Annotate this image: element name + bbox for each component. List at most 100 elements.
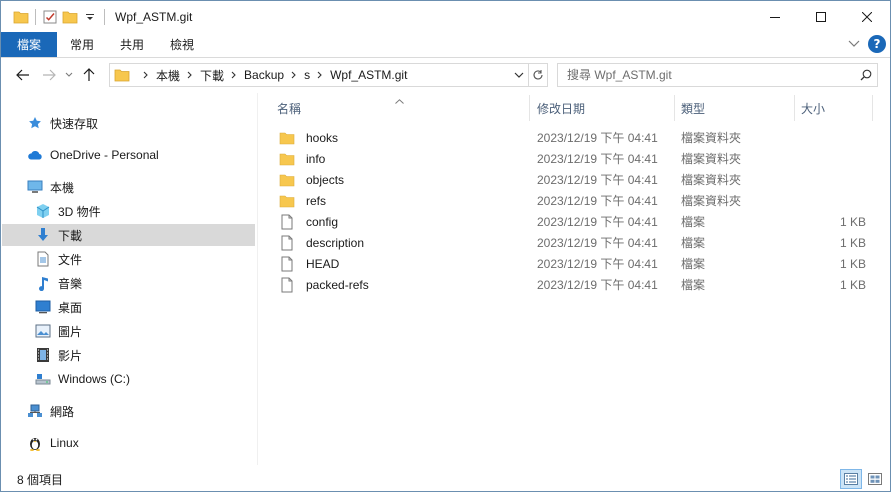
column-header-size[interactable]: 大小 xyxy=(801,95,825,121)
file-size: 1 KB xyxy=(839,235,866,250)
file-size: 1 KB xyxy=(839,277,866,292)
file-row[interactable]: config 2023/12/19 下午 04:41 檔案 1 KB xyxy=(267,211,877,232)
column-divider[interactable] xyxy=(872,95,873,121)
address-dropdown-button[interactable] xyxy=(510,64,528,86)
chevron-right-icon[interactable] xyxy=(231,71,237,79)
column-header-date-modified[interactable]: 修改日期 xyxy=(537,95,585,121)
address-bar[interactable]: 本機 下載 Backup s Wpf_ASTM.git xyxy=(109,63,529,87)
folder-icon xyxy=(279,193,295,209)
breadcrumb-downloads[interactable]: 下載 xyxy=(200,67,224,84)
nav-item-label: 網路 xyxy=(50,404,75,419)
nav-item-onedrive[interactable]: OneDrive - Personal xyxy=(2,144,255,166)
document-icon xyxy=(34,250,52,268)
close-icon xyxy=(862,11,872,22)
maximize-icon xyxy=(816,11,826,22)
chevron-down-icon xyxy=(514,72,524,78)
customize-dropdown-icon[interactable] xyxy=(80,7,100,27)
forward-arrow-icon xyxy=(43,69,56,81)
file-type: 檔案資料夾 xyxy=(681,152,742,166)
file-date: 2023/12/19 下午 04:41 xyxy=(537,278,658,292)
breadcrumb-current-folder[interactable]: Wpf_ASTM.git xyxy=(330,68,407,82)
recent-locations-button[interactable] xyxy=(63,63,75,87)
nav-item-quick-access[interactable]: 快速存取 xyxy=(2,112,255,134)
file-row[interactable]: hooks 2023/12/19 下午 04:41 檔案資料夾 xyxy=(267,127,877,148)
chevron-right-icon[interactable] xyxy=(291,71,297,79)
file-row[interactable]: description 2023/12/19 下午 04:41 檔案 1 KB xyxy=(267,232,877,253)
nav-item-3d-objects[interactable]: 3D 物件 xyxy=(2,200,255,222)
back-button[interactable] xyxy=(11,63,35,87)
column-header-name[interactable]: 名稱 xyxy=(277,95,301,121)
minimize-button[interactable] xyxy=(752,1,798,32)
breadcrumb-backup[interactable]: Backup xyxy=(244,68,284,82)
file-row[interactable]: refs 2023/12/19 下午 04:41 檔案資料夾 xyxy=(267,190,877,211)
nav-item-label: 下載 xyxy=(58,228,83,243)
nav-item-label: 影片 xyxy=(58,348,83,363)
nav-item-windows-c[interactable]: Windows (C:) xyxy=(2,368,255,390)
file-name: refs xyxy=(306,193,327,208)
chevron-right-icon[interactable] xyxy=(143,71,149,79)
network-icon xyxy=(26,402,44,420)
nav-item-label: Linux xyxy=(50,436,79,450)
nav-item-documents[interactable]: 文件 xyxy=(2,248,255,270)
tab-share[interactable]: 共用 xyxy=(107,32,157,57)
breadcrumb-this-pc[interactable]: 本機 xyxy=(156,67,180,84)
nav-item-downloads[interactable]: 下載 xyxy=(2,224,255,246)
help-icon[interactable]: ? xyxy=(868,35,886,53)
file-type: 檔案 xyxy=(681,257,706,271)
new-folder-icon[interactable] xyxy=(60,7,80,27)
column-divider[interactable] xyxy=(674,95,675,121)
forward-button[interactable] xyxy=(37,63,61,87)
file-row[interactable]: HEAD 2023/12/19 下午 04:41 檔案 1 KB xyxy=(267,253,877,274)
details-view-icon xyxy=(844,473,858,485)
search-icon[interactable] xyxy=(855,69,877,81)
linux-penguin-icon xyxy=(26,434,44,452)
title-bar: Wpf_ASTM.git xyxy=(1,1,890,32)
tab-home[interactable]: 常用 xyxy=(57,32,107,57)
folder-icon xyxy=(11,7,31,27)
search-box[interactable] xyxy=(557,63,878,87)
cloud-icon xyxy=(26,146,44,164)
pane-splitter[interactable] xyxy=(257,93,258,465)
file-type: 檔案資料夾 xyxy=(681,194,742,208)
file-name: hooks xyxy=(306,130,339,145)
nav-item-videos[interactable]: 影片 xyxy=(2,344,255,366)
column-header-type[interactable]: 類型 xyxy=(681,95,705,121)
file-type: 檔案資料夾 xyxy=(681,131,742,145)
chevron-right-icon[interactable] xyxy=(187,71,193,79)
details-view-button[interactable] xyxy=(840,469,862,489)
file-date: 2023/12/19 下午 04:41 xyxy=(537,194,658,208)
nav-item-music[interactable]: 音樂 xyxy=(2,272,255,294)
nav-item-label: 本機 xyxy=(50,180,75,195)
file-row[interactable]: info 2023/12/19 下午 04:41 檔案資料夾 xyxy=(267,148,877,169)
expand-ribbon-chevron-icon[interactable] xyxy=(848,37,860,51)
nav-item-pictures[interactable]: 圖片 xyxy=(2,320,255,342)
large-icons-view-button[interactable] xyxy=(864,469,886,489)
file-row[interactable]: objects 2023/12/19 下午 04:41 檔案資料夾 xyxy=(267,169,877,190)
file-date: 2023/12/19 下午 04:41 xyxy=(537,215,658,229)
properties-checkbox-icon[interactable] xyxy=(40,7,60,27)
address-row: 本機 下載 Backup s Wpf_ASTM.git xyxy=(1,58,890,92)
tab-file[interactable]: 檔案 xyxy=(1,32,58,57)
column-divider[interactable] xyxy=(529,95,530,121)
up-arrow-icon xyxy=(83,68,95,81)
file-name: config xyxy=(306,214,339,229)
nav-item-network[interactable]: 網路 xyxy=(2,400,255,422)
column-divider[interactable] xyxy=(794,95,795,121)
file-icon xyxy=(279,235,295,251)
nav-item-this-pc[interactable]: 本機 xyxy=(2,176,255,198)
nav-item-desktop[interactable]: 桌面 xyxy=(2,296,255,318)
nav-item-label: 音樂 xyxy=(58,276,83,291)
maximize-button[interactable] xyxy=(798,1,844,32)
close-button[interactable] xyxy=(844,1,890,32)
file-date: 2023/12/19 下午 04:41 xyxy=(537,257,658,271)
nav-item-linux[interactable]: Linux xyxy=(2,432,255,454)
file-row[interactable]: packed-refs 2023/12/19 下午 04:41 檔案 1 KB xyxy=(267,274,877,295)
chevron-right-icon[interactable] xyxy=(317,71,323,79)
tab-view[interactable]: 檢視 xyxy=(157,32,207,57)
refresh-button[interactable] xyxy=(528,63,548,87)
folder-icon xyxy=(279,172,295,188)
search-input[interactable] xyxy=(567,68,855,82)
breadcrumb-s[interactable]: s xyxy=(304,68,310,82)
up-button[interactable] xyxy=(77,63,101,87)
film-icon xyxy=(34,346,52,364)
